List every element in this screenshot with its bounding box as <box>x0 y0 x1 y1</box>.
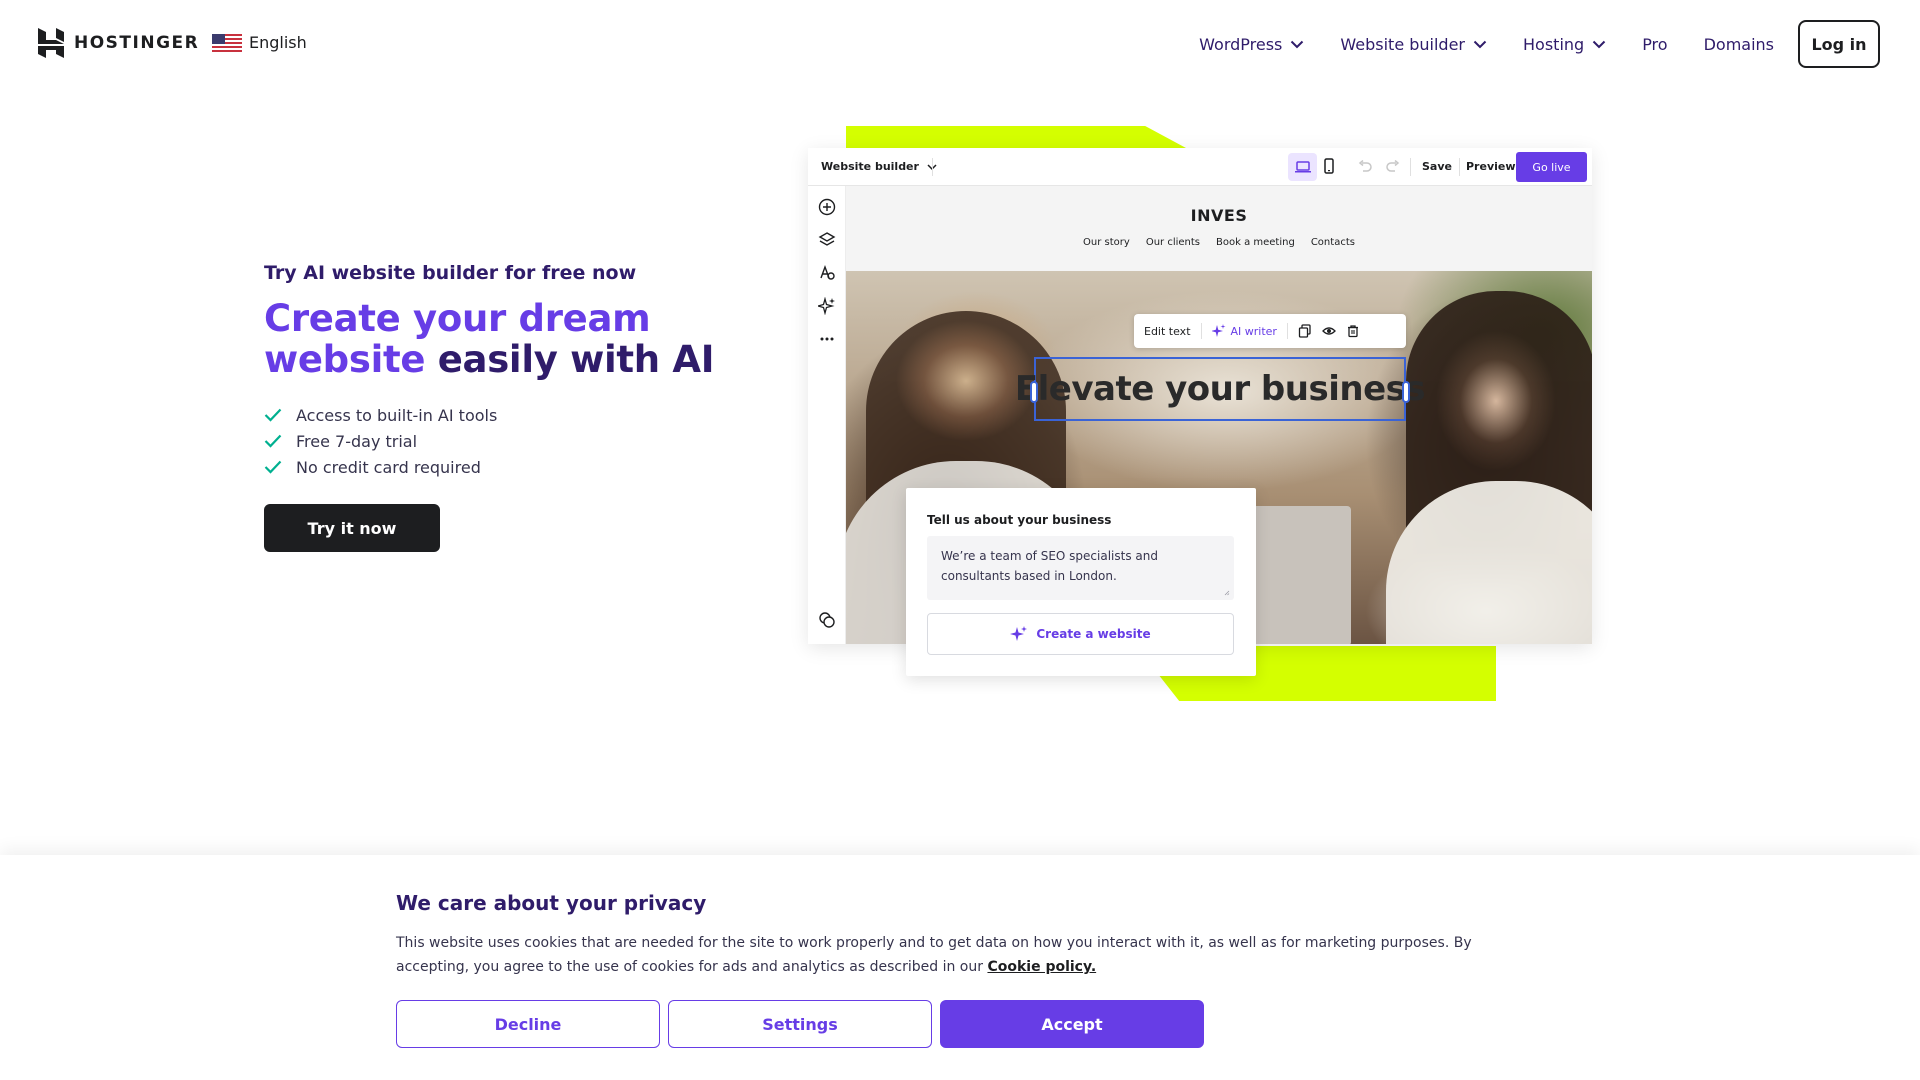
hero-headline-rest: easily with AI <box>437 338 715 381</box>
builder-toolbar: Website builder Save Preview Go live <box>808 148 1592 186</box>
accept-button[interactable]: Accept <box>940 1000 1204 1048</box>
builder-preview-label: Preview <box>1466 160 1516 173</box>
resize-handle-left <box>1030 381 1038 403</box>
try-it-now-button[interactable]: Try it now <box>264 504 440 552</box>
desktop-view-icon <box>1288 153 1317 181</box>
text-edit-toolbar: Edit text AI writer <box>1134 314 1406 348</box>
nav-hosting[interactable]: Hosting <box>1523 35 1606 54</box>
checkmark-icon <box>264 434 282 448</box>
builder-save-label: Save <box>1422 160 1452 173</box>
nav-item-label: WordPress <box>1199 34 1283 54</box>
toolbar-divider <box>1459 158 1460 176</box>
hero-eyebrow: Try AI website builder for free now <box>264 262 637 284</box>
nav-item-label: Pro <box>1642 34 1668 54</box>
hostinger-logo-icon <box>38 28 64 58</box>
visibility-icon <box>1322 327 1336 335</box>
create-website-label: Create a website <box>1036 627 1151 641</box>
feature-item: Free 7-day trial <box>264 428 784 454</box>
nav-item-label: Website builder <box>1340 34 1466 54</box>
cookie-title: We care about your privacy <box>396 891 707 915</box>
preview-site-links: Our story Our clients Book a meeting Con… <box>846 237 1592 248</box>
hostinger-logo[interactable]: HOSTINGER <box>38 28 199 58</box>
toolbar-divider <box>932 158 933 176</box>
cookie-actions: Decline Settings Accept <box>396 1000 1204 1048</box>
more-options-icon <box>820 337 834 341</box>
checkmark-icon <box>264 408 282 422</box>
nav-wordpress[interactable]: WordPress <box>1199 35 1304 54</box>
builder-go-live-label: Go live <box>1516 152 1587 182</box>
hero-headline: Create your dream website easily with AI <box>264 298 784 380</box>
ai-writer-label: AI writer <box>1211 324 1277 338</box>
cookie-description: This website uses cookies that are neede… <box>396 931 1536 979</box>
photo-laptop <box>1251 506 1351 644</box>
chevron-down-icon <box>1291 40 1304 48</box>
ai-business-prompt-card: Tell us about your business We’re a team… <box>906 488 1256 676</box>
styles-icon <box>820 264 835 280</box>
ai-sparkle-icon <box>818 297 835 315</box>
chevron-down-icon <box>1592 40 1606 48</box>
feature-item: No credit card required <box>264 454 784 480</box>
edit-text-label: Edit text <box>1144 324 1191 338</box>
cookie-consent-banner: We care about your privacy This website … <box>0 855 1920 1080</box>
builder-sidebar <box>808 186 846 644</box>
help-chat-icon <box>819 612 835 628</box>
decline-button[interactable]: Decline <box>396 1000 660 1048</box>
toolbar-divider <box>1410 158 1411 176</box>
login-button[interactable]: Log in <box>1798 20 1880 68</box>
preview-site-link: Our story <box>1083 237 1130 248</box>
preview-site-link: Book a meeting <box>1216 237 1295 248</box>
settings-button[interactable]: Settings <box>668 1000 932 1048</box>
feature-list: Access to built-in AI tools Free 7-day t… <box>264 402 784 480</box>
ai-sparkle-icon <box>1211 324 1226 337</box>
business-description-field: We’re a team of SEO specialists and cons… <box>927 536 1234 600</box>
business-description-text: We’re a team of SEO specialists and cons… <box>941 549 1158 583</box>
add-element-icon <box>818 198 836 216</box>
language-label: English <box>249 33 307 52</box>
photo-person-right <box>1386 291 1592 644</box>
cookie-text: This website uses cookies that are neede… <box>396 935 1472 975</box>
feature-item: Access to built-in AI tools <box>264 402 784 428</box>
language-selector[interactable]: English <box>212 33 307 52</box>
us-flag-icon <box>212 33 242 52</box>
builder-title: Website builder <box>821 160 919 173</box>
builder-title-dropdown: Website builder <box>821 160 937 173</box>
selected-headline-element: Elevate your business <box>1015 357 1426 421</box>
preview-site-link: Contacts <box>1310 237 1355 248</box>
undo-icon <box>1358 160 1372 172</box>
checkmark-icon <box>264 460 282 474</box>
nav-domains[interactable]: Domains <box>1704 35 1774 54</box>
toolbar-divider <box>1200 323 1202 339</box>
create-website-button: Create a website <box>927 613 1234 655</box>
lime-decoration-top <box>846 126 1186 148</box>
preview-site-header: INVES Our story Our clients Book a meeti… <box>846 186 1592 271</box>
layers-icon <box>818 232 836 246</box>
preview-headline: Elevate your business <box>1014 369 1426 409</box>
ai-card-title: Tell us about your business <box>927 513 1112 527</box>
ai-sparkle-icon <box>1010 626 1028 641</box>
site-header: HOSTINGER English WordPress Website buil… <box>0 0 1920 88</box>
nav-item-label: Hosting <box>1523 34 1585 54</box>
delete-icon <box>1347 325 1358 338</box>
feature-text: No credit card required <box>296 457 481 477</box>
mobile-view-icon <box>1324 158 1334 174</box>
chevron-down-icon <box>1473 40 1487 48</box>
cookie-policy-link[interactable]: Cookie policy. <box>987 959 1096 975</box>
toolbar-divider <box>1286 323 1288 339</box>
preview-site-link: Our clients <box>1145 237 1201 248</box>
ai-writer-text: AI writer <box>1230 324 1277 338</box>
feature-text: Access to built-in AI tools <box>296 405 498 425</box>
resize-grip-icon <box>1224 590 1230 596</box>
preview-site-brand: INVES <box>1190 206 1248 225</box>
resize-handle-right <box>1402 381 1410 403</box>
nav-website-builder[interactable]: Website builder <box>1340 35 1487 54</box>
feature-text: Free 7-day trial <box>296 431 418 451</box>
brand-name: HOSTINGER <box>74 33 200 53</box>
main-nav: WordPress Website builder Hosting Pro Do… <box>1163 20 1880 68</box>
hero-section: Try AI website builder for free now Crea… <box>264 262 784 552</box>
nav-item-label: Domains <box>1703 34 1774 54</box>
nav-pro[interactable]: Pro <box>1642 35 1667 54</box>
redo-icon <box>1386 160 1400 172</box>
copy-icon <box>1298 324 1311 338</box>
